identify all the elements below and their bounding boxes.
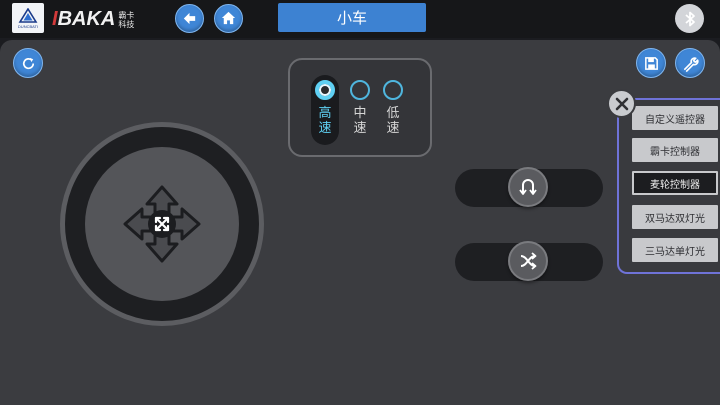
brand-sub-line2: 科技 (118, 19, 135, 29)
top-bar: DUNCBATI IBAKA 霸卡 科技 小车 (0, 0, 720, 38)
brand-sub-line1: 霸卡 (118, 10, 135, 20)
back-button[interactable] (175, 4, 204, 33)
speed-selector: 高速 中速 低速 (288, 58, 432, 157)
settings-button[interactable] (675, 48, 705, 78)
refresh-button[interactable] (13, 48, 43, 78)
speed-label-low: 低速 (386, 106, 400, 136)
page-title: 小车 (278, 3, 426, 32)
bluetooth-button[interactable] (675, 4, 704, 33)
wrench-icon (683, 56, 699, 72)
speed-radio-medium[interactable] (350, 80, 370, 100)
controller-menu: 自定义遥控器 霸卡控制器 麦轮控制器 双马达双灯光 三马达单灯光 (617, 98, 720, 274)
menu-item-triple-motor-single-light[interactable]: 三马达单灯光 (632, 238, 718, 262)
speed-option-high[interactable]: 高速 (313, 80, 337, 136)
u-turn-icon (519, 179, 537, 195)
brand-name: IBAKA (52, 8, 115, 31)
logo-icon (18, 7, 38, 23)
brand-word: BAKA (57, 8, 116, 30)
brand-subtitle: 霸卡 科技 (118, 11, 134, 29)
speed-radio-high[interactable] (315, 80, 335, 100)
u-turn-knob[interactable] (508, 167, 548, 207)
menu-close-button[interactable] (607, 89, 636, 118)
speed-option-low[interactable]: 低速 (381, 80, 405, 136)
speed-option-medium[interactable]: 中速 (348, 80, 372, 136)
joystick-pad[interactable] (85, 147, 239, 301)
speed-radio-low[interactable] (383, 80, 403, 100)
refresh-icon (22, 57, 34, 69)
crossing-knob[interactable] (508, 241, 548, 281)
speed-label-high: 高速 (318, 106, 332, 136)
save-icon (644, 56, 658, 70)
speed-label-medium: 中速 (353, 106, 367, 136)
company-logo: DUNCBATI (12, 3, 44, 33)
menu-item-custom-remote[interactable]: 自定义遥控器 (632, 106, 718, 130)
menu-item-mecanum-controller[interactable]: 麦轮控制器 (632, 171, 718, 195)
save-button[interactable] (636, 48, 666, 78)
bluetooth-icon (684, 11, 695, 26)
four-way-arrows-icon (123, 185, 201, 263)
logo-text: DUNCBATI (17, 23, 39, 29)
menu-item-dual-motor-dual-light[interactable]: 双马达双灯光 (632, 205, 718, 229)
crossing-arrows-icon (520, 252, 537, 270)
brand: IBAKA 霸卡 科技 (52, 8, 134, 31)
joystick-base[interactable] (60, 122, 264, 326)
home-icon (221, 11, 236, 25)
home-button[interactable] (214, 4, 243, 33)
menu-item-baka-controller[interactable]: 霸卡控制器 (632, 138, 718, 162)
arrow-left-icon (183, 12, 196, 25)
close-icon (615, 97, 628, 110)
